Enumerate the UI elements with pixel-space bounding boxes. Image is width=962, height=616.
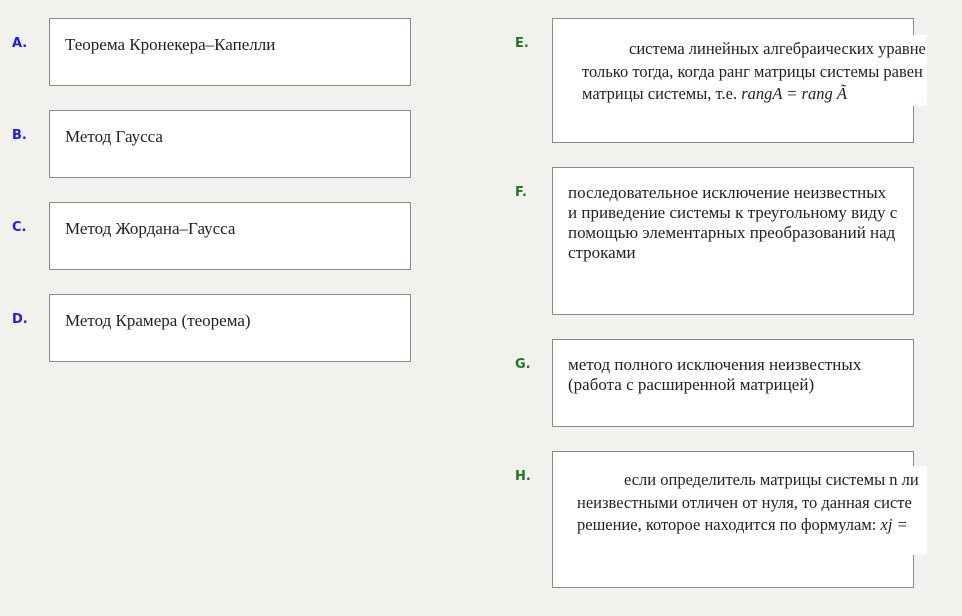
term-text: Теорема Кронекера–Капелли [65, 35, 276, 54]
line: неизвестными отличен от нуля, то данная … [577, 492, 912, 512]
definition-e-image: система линейных алгебраических уравне т… [553, 35, 927, 106]
label-b: B. [12, 128, 27, 143]
label-g: G. [515, 357, 531, 372]
label-d: D. [12, 312, 28, 327]
line: если определитель матрицы системы n ли [624, 470, 919, 489]
label-h: H. [515, 469, 531, 484]
definition-h-image: если определитель матрицы системы n ли н… [553, 466, 927, 555]
term-text: Метод Крамера (теорема) [65, 311, 251, 330]
line: только тогда, когда ранг матрицы системы… [582, 61, 923, 81]
definition-text: последовательное исключение неизвестных … [568, 183, 898, 262]
definition-f[interactable]: последовательное исключение неизвестных … [552, 167, 914, 315]
definition-text: метод полного исключения неизвестных (ра… [568, 355, 862, 394]
label-a: A. [12, 36, 28, 51]
label-f: F. [515, 185, 527, 200]
term-text: Метод Жордана–Гаусса [65, 219, 236, 238]
definition-g[interactable]: метод полного исключения неизвестных (ра… [552, 339, 914, 427]
term-c[interactable]: Метод Жордана–Гаусса [49, 202, 411, 270]
label-c: C. [12, 220, 27, 235]
formula: rangA = rang Ã [741, 84, 847, 103]
term-a[interactable]: Теорема Кронекера–Капелли [49, 18, 411, 86]
line: система линейных алгебраических уравне [629, 39, 926, 58]
line: решение, которое находится по формулам: [577, 515, 881, 534]
line: матрицы системы, т.е. [582, 84, 742, 103]
term-b[interactable]: Метод Гаусса [49, 110, 411, 178]
term-d[interactable]: Метод Крамера (теорема) [49, 294, 411, 362]
formula: xj = [880, 515, 908, 534]
term-text: Метод Гаусса [65, 127, 163, 146]
label-e: E. [515, 36, 529, 51]
